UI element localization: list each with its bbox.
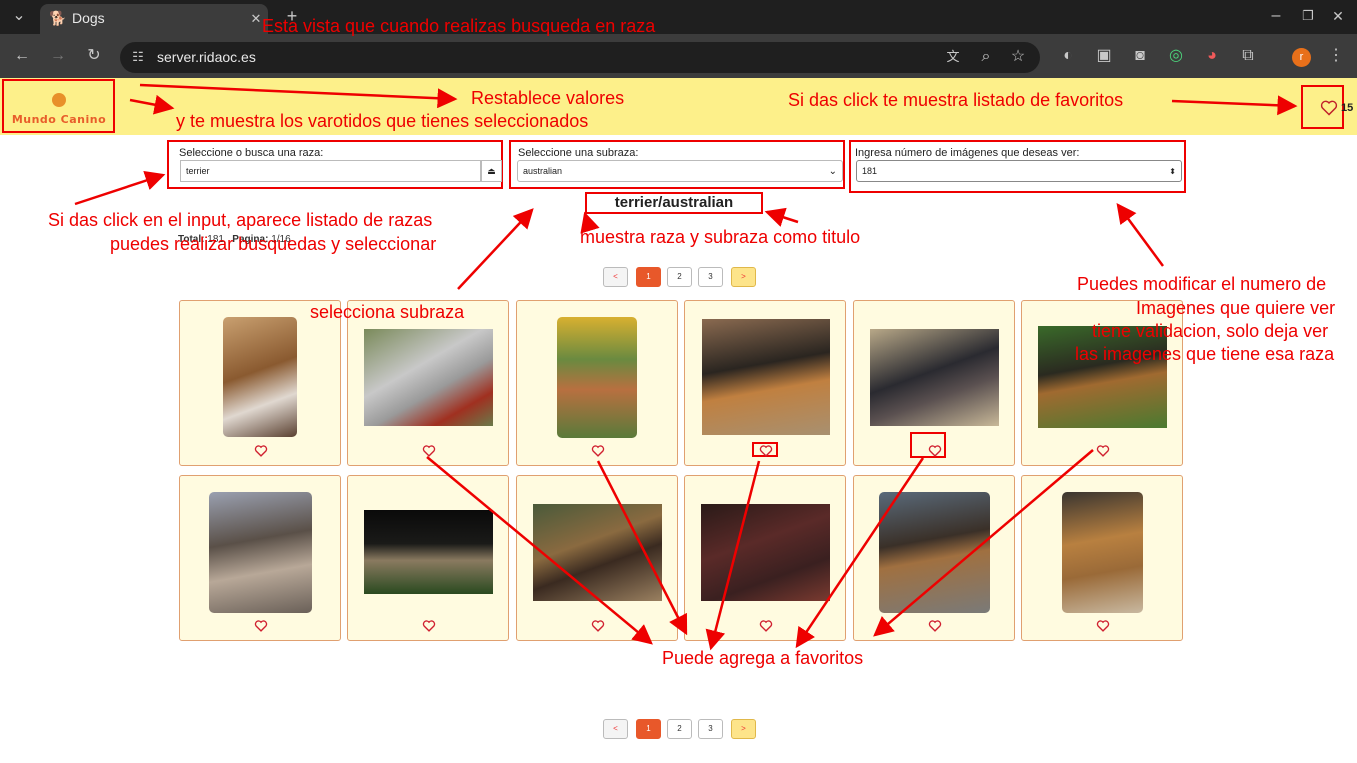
arrow-title-left xyxy=(580,211,600,234)
annotation-title-note: muestra raza y subraza como titulo xyxy=(580,227,861,247)
arrow-reset xyxy=(139,83,458,109)
arrow-title xyxy=(764,207,799,227)
arrow-fav-5 xyxy=(873,449,1094,637)
annotation-fav-list: Si das click te muestra listado de favor… xyxy=(788,90,1124,110)
arrow-fav-4 xyxy=(795,457,925,649)
annotation-reset-2: y te muestra los varotidos que tienes se… xyxy=(176,111,589,131)
annotation-input-1: Si das click en el input, aparece listad… xyxy=(48,210,433,230)
annotation-count-3: tiene validacion, solo deja ver xyxy=(1092,321,1329,341)
arrow-favorites xyxy=(1171,95,1298,116)
arrow-fav-1 xyxy=(426,456,653,645)
annotation-top-banner: Esta vista que cuando realizas busqueda … xyxy=(262,16,656,36)
arrow-logo xyxy=(129,94,175,115)
arrow-fav-2 xyxy=(596,460,688,636)
arrow-image-count xyxy=(1116,202,1165,267)
annotation-count-2: Imagenes que quiere ver xyxy=(1136,298,1336,318)
annotation-input-2: puedes realizar busquedas y seleccionar xyxy=(110,234,437,254)
annotation-subbreed-note: selecciona subraza xyxy=(310,302,465,322)
annotation-reset-1: Restablece valores xyxy=(471,88,625,108)
arrow-fav-3 xyxy=(705,460,761,651)
annotation-count-4: las imagenes que tiene esa raza xyxy=(1075,344,1335,364)
annotation-count-1: Puedes modificar el numero de xyxy=(1077,274,1327,294)
arrow-subbreed xyxy=(457,208,534,290)
arrow-breed-input xyxy=(74,170,166,206)
annotation-favorites-note: Puede agrega a favoritos xyxy=(662,648,864,668)
